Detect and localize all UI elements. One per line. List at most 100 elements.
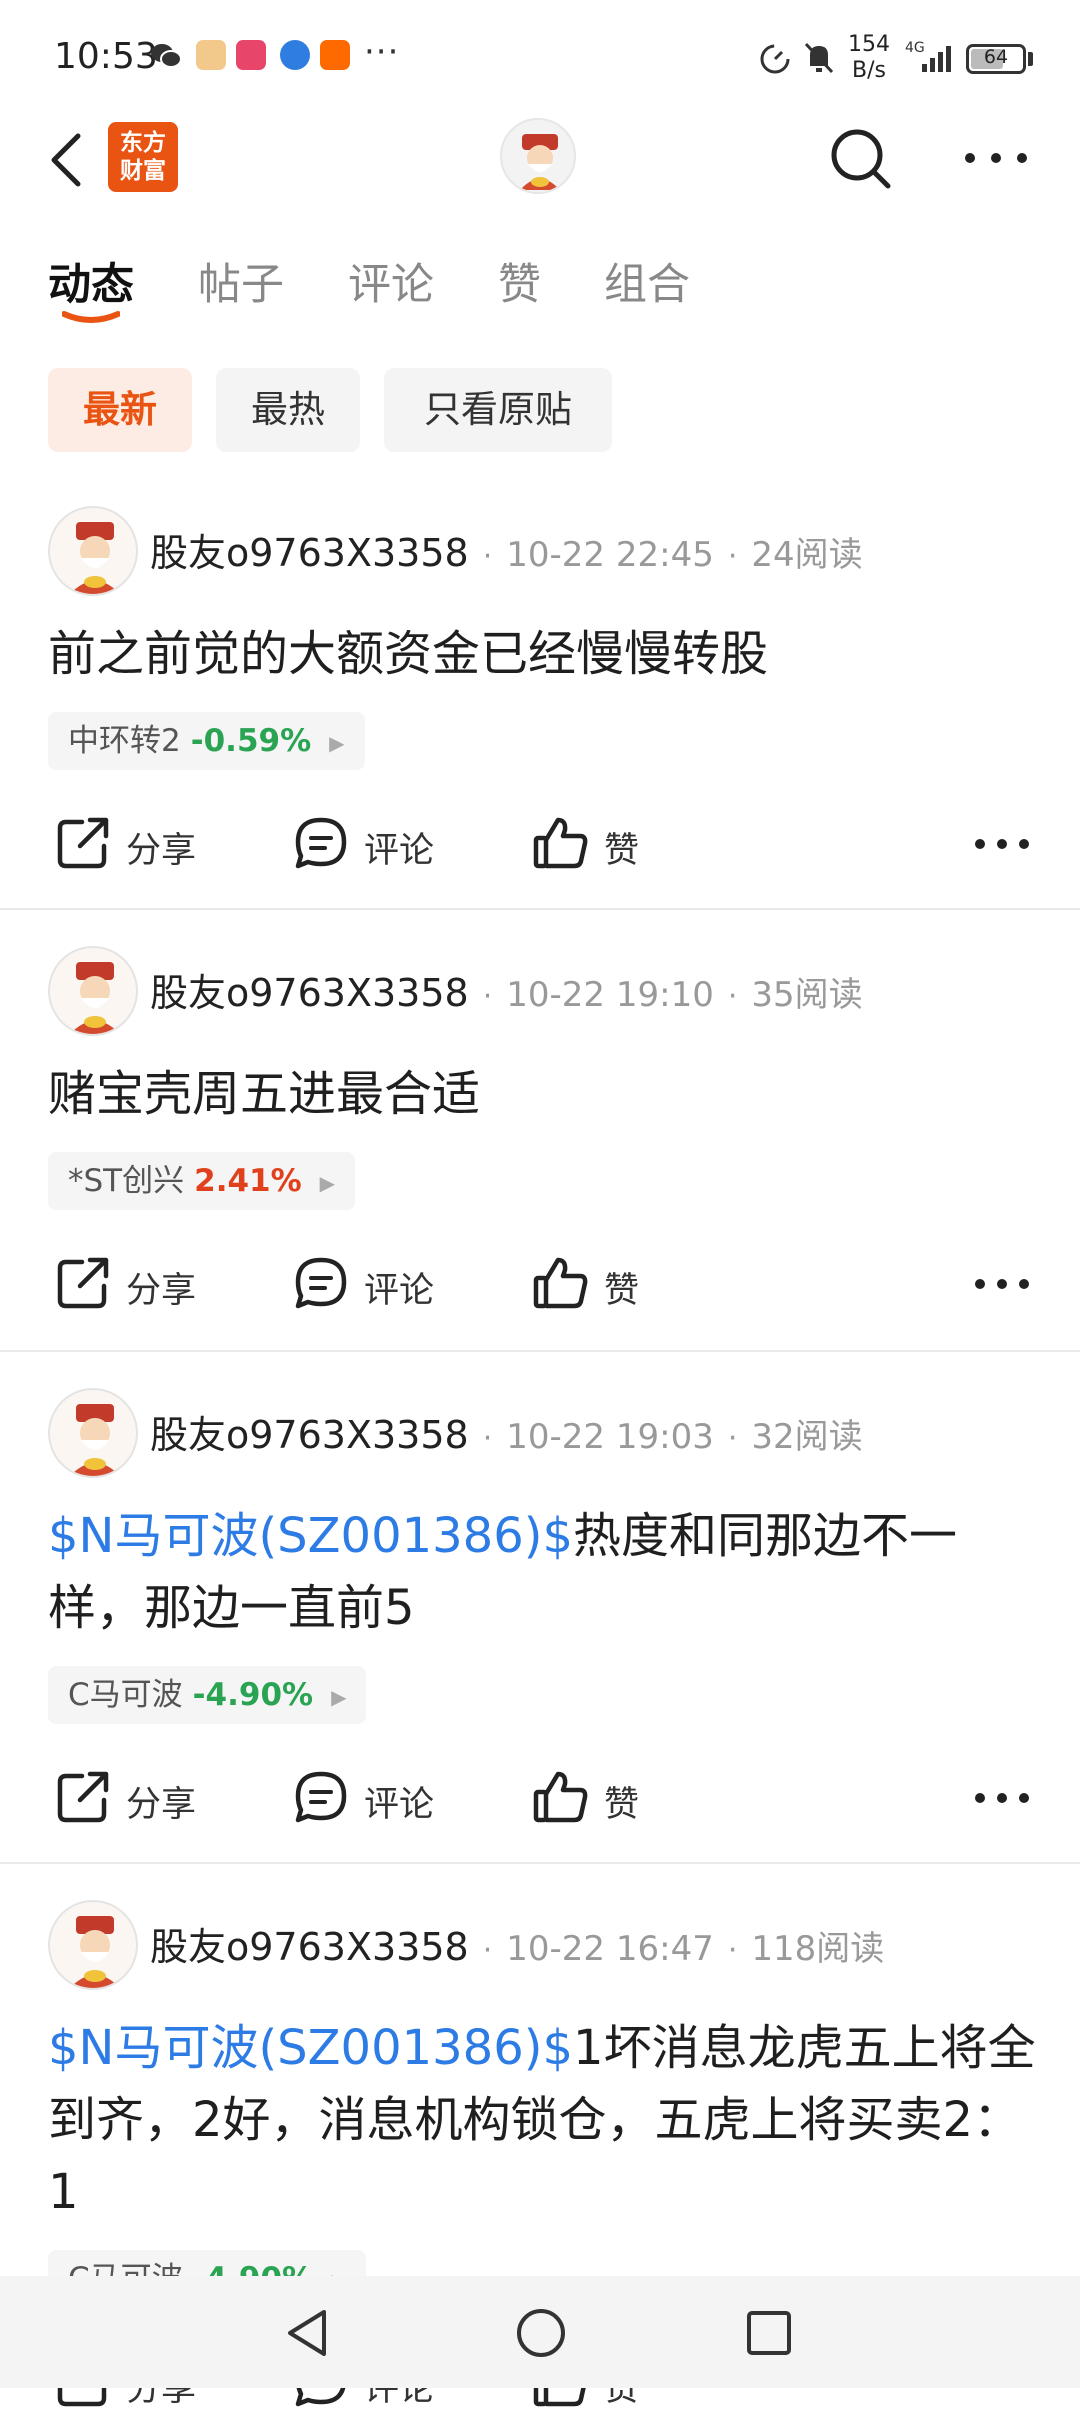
back-button[interactable] (36, 120, 96, 200)
post-more-icon[interactable] (972, 1786, 1032, 1810)
post-body-text: 前之前觉的大额资金已经慢慢转股 (48, 626, 769, 682)
stock-link[interactable]: $N马可波(SZ001386)$ (48, 2020, 573, 2076)
post-time: 10-22 19:10 (506, 975, 714, 1015)
post-content[interactable]: 赌宝壳周五进最合适 (48, 1058, 1038, 1130)
meta-separator: · (727, 979, 738, 1014)
app-logo[interactable]: 东方 财富 (108, 122, 178, 192)
post-time: 10-22 19:03 (506, 1417, 714, 1457)
comment-icon (295, 1771, 347, 1823)
battery-icon: 64 (966, 44, 1026, 74)
post-body-text: 赌宝壳周五进最合适 (48, 1066, 481, 1122)
more-button[interactable] (962, 138, 1032, 178)
stock-tag-change: 2.41% (194, 1163, 302, 1199)
tab-bar: 动态 帖子 评论 赞 组合 (0, 250, 1080, 340)
battery-level: 64 (983, 46, 1009, 68)
post-username[interactable]: 股友o9763X3358 (150, 1925, 469, 1969)
post-read-count: 118阅读 (751, 1929, 885, 1969)
meta-separator: · (482, 1933, 493, 1968)
triangle-right-icon: ▶ (329, 730, 345, 755)
tab-likes[interactable]: 赞 (498, 250, 541, 312)
triangle-right-icon: ▶ (319, 1170, 336, 1195)
like-label: 赞 (604, 831, 640, 871)
taobao-app-icon (320, 40, 350, 70)
data-saver-icon (758, 42, 792, 80)
post-card[interactable]: 股友o9763X3358 · 10-22 19:10 · 35阅读 赌宝壳周五进最合适 … (0, 910, 1080, 1352)
post-username[interactable]: 股友o9763X3358 (150, 1413, 469, 1457)
meta-separator: · (482, 539, 493, 574)
meta-separator: · (482, 979, 493, 1014)
stock-link[interactable]: $N马可波(SZ001386)$ (48, 1508, 573, 1564)
comment-icon (295, 817, 347, 869)
wechat-icon (150, 42, 182, 72)
post-username[interactable]: 股友o9763X3358 (150, 971, 469, 1015)
filter-hot[interactable]: 最热 (216, 368, 360, 452)
post-avatar[interactable] (48, 506, 138, 596)
tab-comments[interactable]: 评论 (348, 250, 434, 312)
share-icon (57, 817, 109, 869)
post-username[interactable]: 股友o9763X3358 (150, 531, 469, 575)
stock-tag-change: -0.59% (190, 723, 312, 759)
post-read-count: 24阅读 (751, 535, 863, 575)
thumbs-up-icon (533, 817, 588, 869)
like-label: 赞 (604, 1271, 640, 1311)
post-meta: 股友o9763X3358 · 10-22 19:10 · 35阅读 (150, 962, 863, 1017)
post-meta: 股友o9763X3358 · 10-22 19:03 · 32阅读 (150, 1404, 863, 1459)
filter-latest[interactable]: 最新 (48, 368, 192, 452)
post-card[interactable]: 股友o9763X3358 · 10-22 22:45 · 24阅读 前之前觉的大额资金已… (0, 470, 1080, 910)
user-avatar[interactable] (500, 118, 576, 194)
more-notifications-icon: ··· (364, 32, 400, 72)
tab-portfolio[interactable]: 组合 (604, 250, 690, 312)
fortune-god-avatar-icon (70, 522, 120, 594)
stock-tag-change: -4.90% (192, 1677, 314, 1713)
fortune-god-avatar-icon (70, 1916, 120, 1988)
stock-tag[interactable]: C马可波-4.90% ▶ (48, 1666, 367, 1724)
browser-app-icon (280, 40, 310, 70)
tab-dynamic[interactable]: 动态 (48, 250, 134, 312)
filter-original-only[interactable]: 只看原贴 (384, 368, 612, 452)
thumbs-up-icon (533, 1771, 588, 1823)
post-more-icon[interactable] (972, 1272, 1032, 1296)
stock-tag-name: *ST创兴 (68, 1163, 185, 1199)
post-avatar[interactable] (48, 1900, 138, 1990)
post-meta: 股友o9763X3358 · 10-22 22:45 · 24阅读 (150, 522, 863, 577)
post-time: 10-22 16:47 (506, 1929, 714, 1969)
back-triangle-icon[interactable] (282, 2306, 332, 2360)
thumbs-up-icon (533, 1257, 588, 1309)
signal-strength-icon (920, 42, 958, 78)
share-icon (57, 1257, 109, 1309)
search-button[interactable] (826, 124, 896, 194)
header: 东方 财富 (0, 118, 1080, 268)
post-content[interactable]: $N马可波(SZ001386)$热度和同那边不一样，那边一直前5 (48, 1500, 1038, 1644)
recents-square-icon[interactable] (744, 2308, 794, 2358)
shopping-app-icon (236, 40, 266, 70)
comment-label: 评论 (364, 1271, 435, 1311)
search-icon (831, 129, 891, 189)
post-time: 10-22 22:45 (506, 535, 714, 575)
post-avatar[interactable] (48, 946, 138, 1036)
status-time: 10:53 (54, 36, 158, 77)
fortune-god-avatar-icon (520, 134, 560, 190)
post-content[interactable]: $N马可波(SZ001386)$1坏消息龙虎五上将全到齐，2好，消息机构锁仓，五… (48, 2012, 1038, 2228)
post-read-count: 35阅读 (751, 975, 863, 1015)
system-nav-bar (0, 2276, 1080, 2388)
tab-posts[interactable]: 帖子 (198, 250, 284, 312)
home-circle-icon[interactable] (514, 2306, 568, 2360)
fortune-god-avatar-icon (70, 962, 120, 1034)
post-read-count: 32阅读 (751, 1417, 863, 1457)
battery-cap (1028, 52, 1033, 66)
post-content[interactable]: 前之前觉的大额资金已经慢慢转股 (48, 618, 1038, 690)
share-label: 分享 (126, 1785, 197, 1825)
triangle-right-icon: ▶ (331, 1684, 347, 1709)
tab-active-indicator (62, 311, 120, 323)
post-avatar[interactable] (48, 1388, 138, 1478)
stock-tag[interactable]: *ST创兴 2.41% ▶ (48, 1152, 356, 1210)
share-label: 分享 (126, 1271, 197, 1311)
stock-tag-name: C马可波 (68, 1677, 183, 1713)
post-meta: 股友o9763X3358 · 10-22 16:47 · 118阅读 (150, 1916, 884, 1971)
network-speed: 154 B/s (848, 32, 890, 83)
status-bar: 10:53 ··· 154 B/s 4G 64 (0, 0, 1080, 118)
post-card[interactable]: 股友o9763X3358 · 10-22 16:47 · 118阅读 $N马可波(SZ0… (0, 1864, 1080, 2409)
post-more-icon[interactable] (972, 832, 1032, 856)
post-card[interactable]: 股友o9763X3358 · 10-22 19:03 · 32阅读 $N马可波(SZ00… (0, 1352, 1080, 1864)
stock-tag[interactable]: 中环转2 -0.59% ▶ (48, 712, 365, 770)
